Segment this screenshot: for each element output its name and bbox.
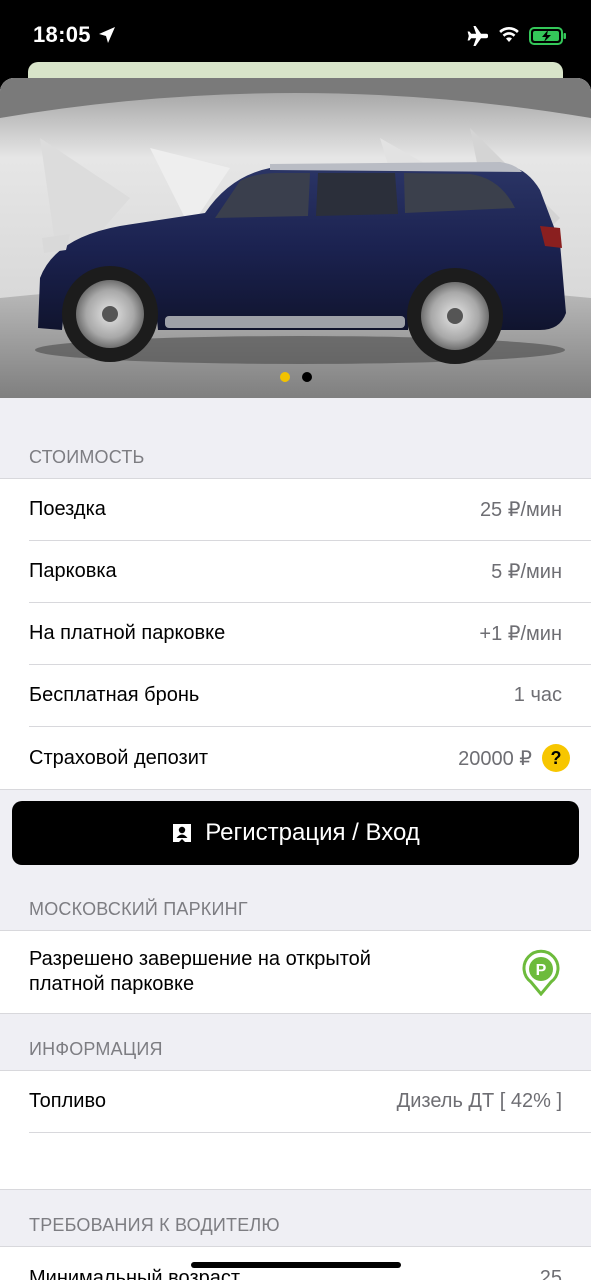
gallery-page-indicator[interactable] (0, 372, 591, 382)
cost-row-parking: Парковка 5 ₽/мин (29, 541, 591, 603)
moscow-parking-row: Разрешено завершение на открытой платной… (29, 931, 591, 1013)
cost-value: 25 ₽/мин (479, 499, 562, 521)
cost-row-deposit: Страховой депозит 20000 ₽ ? (29, 727, 591, 789)
cost-label: Парковка (29, 560, 117, 582)
requirement-label: Минимальный возраст (29, 1266, 241, 1280)
register-login-button[interactable]: Регистрация / Вход (12, 801, 579, 865)
cost-label: Страховой депозит (29, 746, 209, 769)
car-details-sheet[interactable]: СТОИМОСТЬ Поездка 25 ₽/мин Парковка 5 ₽/… (0, 78, 591, 1280)
moscow-parking-text: Разрешено завершение на открытой платной… (29, 948, 371, 995)
status-bar: 18:05 (0, 0, 591, 70)
gallery-dot-1[interactable] (279, 372, 290, 382)
battery-charging-icon (529, 27, 566, 45)
cost-label: Бесплатная бронь (29, 684, 200, 706)
cost-value: +1 ₽/мин (479, 623, 562, 645)
info-section-header: ИНФОРМАЦИЯ (29, 1039, 163, 1059)
moscow-parking-group: Разрешено завершение на открытой платной… (0, 930, 591, 1014)
info-row-fuel: Топливо Дизель ДТ [ 42% ] (29, 1071, 591, 1133)
deposit-help-button[interactable]: ? (542, 744, 570, 772)
airplane-icon (467, 26, 488, 46)
register-login-label: Регистрация / Вход (205, 819, 420, 846)
moscow-parking-header: МОСКОВСКИЙ ПАРКИНГ (29, 899, 248, 919)
cost-label: Поездка (29, 498, 106, 520)
parking-pin-icon: P (522, 949, 560, 996)
cost-value: 1 час (513, 684, 562, 706)
user-badge-icon (173, 824, 192, 842)
cost-list: Поездка 25 ₽/мин Парковка 5 ₽/мин На пла… (0, 478, 591, 790)
car-photo-gallery[interactable] (0, 78, 591, 398)
cost-row-free-booking: Бесплатная бронь 1 час (29, 665, 591, 727)
wifi-icon (499, 26, 519, 42)
cost-row-trip: Поездка 25 ₽/мин (29, 479, 591, 541)
cost-row-paid-parking: На платной парковке +1 ₽/мин (29, 603, 591, 665)
cost-section-header: СТОИМОСТЬ (29, 447, 145, 467)
cost-value: 20000 ₽ (458, 747, 532, 770)
status-time: 18:05 (33, 22, 91, 47)
info-value: Дизель ДТ [ 42% ] (396, 1090, 562, 1112)
info-label: Топливо (29, 1090, 106, 1112)
cost-label: На платной парковке (29, 622, 226, 644)
driver-requirements-header: ТРЕБОВАНИЯ К ВОДИТЕЛЮ (29, 1215, 280, 1235)
gallery-dot-2[interactable] (301, 372, 312, 382)
info-group: Топливо Дизель ДТ [ 42% ] (0, 1070, 591, 1190)
register-button-container: Регистрация / Вход (0, 790, 591, 876)
requirement-value: 25 (539, 1266, 562, 1280)
location-arrow-icon (99, 27, 115, 43)
car-photo (0, 78, 591, 398)
cost-value: 5 ₽/мин (491, 561, 562, 583)
home-indicator[interactable] (191, 1262, 401, 1268)
svg-text:P: P (536, 962, 547, 979)
deposit-value-wrap: 20000 ₽ ? (458, 744, 570, 772)
